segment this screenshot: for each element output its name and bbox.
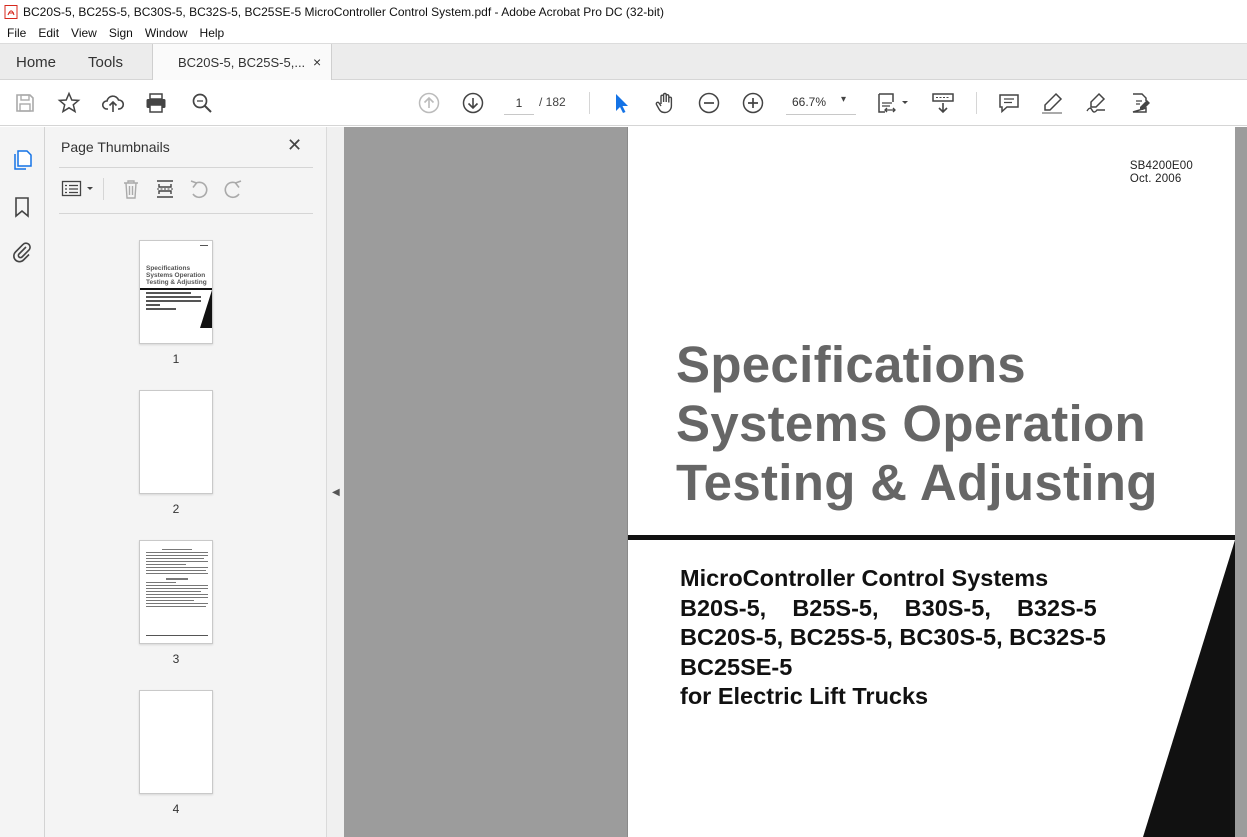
menu-help[interactable]: Help xyxy=(194,26,231,40)
menu-edit[interactable]: Edit xyxy=(32,26,65,40)
page-fit-icon[interactable] xyxy=(876,91,912,115)
document-date: Oct. 2006 xyxy=(1129,173,1182,185)
thumbnail-label-3: 3 xyxy=(172,652,180,666)
print-icon[interactable] xyxy=(144,91,168,115)
tab-home[interactable]: Home xyxy=(16,54,56,71)
save-icon[interactable] xyxy=(13,91,37,115)
thumb-title: Specifications Systems Operation Testing… xyxy=(146,265,207,286)
bookmark-star-icon[interactable] xyxy=(57,91,81,115)
thumb-footer-line xyxy=(146,635,208,636)
menu-view[interactable]: View xyxy=(65,26,103,40)
zoom-level: 66.7% xyxy=(792,95,827,109)
thumbnail-page-3[interactable] xyxy=(139,540,213,644)
window-title: BC20S-5, BC25S-5, BC30S-5, BC32S-5, BC25… xyxy=(23,4,664,19)
close-tab-icon[interactable]: × xyxy=(313,54,321,70)
toolbar-divider xyxy=(976,92,977,114)
thumbnail-label-2: 2 xyxy=(172,502,180,516)
scroll-mode-icon[interactable] xyxy=(931,91,955,115)
thumbnail-label-1: 1 xyxy=(172,352,180,366)
document-code: SB4200E00 xyxy=(1129,160,1193,172)
thumbnail-page-1[interactable]: Specifications Systems Operation Testing… xyxy=(139,240,213,344)
select-cursor-icon[interactable] xyxy=(610,91,634,115)
highlight-pen-icon[interactable] xyxy=(1040,91,1064,115)
rotate-counterclockwise-icon[interactable] xyxy=(188,178,210,200)
panel-toolbar-divider xyxy=(103,178,104,200)
edit-pdf-icon[interactable] xyxy=(1128,91,1152,115)
tab-bar: Home Tools BC20S-5, BC25S-5,... × xyxy=(0,43,1247,81)
page-thumbnails-icon[interactable] xyxy=(11,149,33,171)
thumbnail-page-4[interactable] xyxy=(139,690,213,794)
document-title: Specifications Systems Operation Testing… xyxy=(676,335,1158,512)
document-title-line: Systems Operation xyxy=(676,395,1146,452)
document-title-line: Specifications xyxy=(676,336,1026,393)
zoom-in-icon[interactable] xyxy=(741,91,765,115)
menu-window[interactable]: Window xyxy=(139,26,194,40)
tab-document[interactable]: BC20S-5, BC25S-5,... × xyxy=(152,44,332,81)
document-wedge-graphic xyxy=(1143,540,1235,837)
chevron-down-icon: ▾ xyxy=(841,94,847,105)
zoom-out-icon[interactable] xyxy=(697,91,721,115)
main-toolbar: / 182 66.7% ▾ xyxy=(0,80,1247,126)
document-subtitle: MicroController Control Systems B20S-5, … xyxy=(680,564,1106,712)
document-subtitle-line: BC25SE-5 xyxy=(680,653,793,680)
toolbar-divider xyxy=(589,92,590,114)
document-code-block: SB4200E00 Oct. 2006 xyxy=(1130,160,1193,186)
document-subtitle-line: MicroController Control Systems xyxy=(680,565,1049,591)
panel-divider xyxy=(59,167,313,168)
thumb-text-lines xyxy=(146,292,201,312)
document-tab-label: BC20S-5, BC25S-5,... xyxy=(178,55,306,70)
comment-icon[interactable] xyxy=(997,91,1021,115)
document-subtitle-line: BC20S-5, BC25S-5, BC30S-5, BC32S-5 xyxy=(680,624,1106,650)
menu-sign[interactable]: Sign xyxy=(103,26,139,40)
document-title-line: Testing & Adjusting xyxy=(676,454,1158,511)
previous-page-icon[interactable] xyxy=(417,91,441,115)
thumb-code-mark xyxy=(200,245,208,246)
document-right-margin xyxy=(1235,127,1247,837)
sign-pen-icon[interactable] xyxy=(1084,91,1108,115)
page-number-input[interactable] xyxy=(504,91,534,115)
bookmarks-icon[interactable] xyxy=(11,196,33,218)
zoom-dropdown[interactable]: 66.7% ▾ xyxy=(786,91,856,115)
page-thumbnails-panel: Page Thumbnails ✕ Specifications Systems… xyxy=(45,127,362,837)
document-view: SB4200E00 Oct. 2006 Specifications Syste… xyxy=(344,127,1247,837)
window-titlebar: BC20S-5, BC25S-5, BC30S-5, BC32S-5, BC25… xyxy=(0,0,1247,23)
menu-bar: File Edit View Sign Window Help xyxy=(0,23,1247,43)
thumbnails-list: Specifications Systems Operation Testing… xyxy=(59,223,303,837)
tab-tools[interactable]: Tools xyxy=(88,54,123,71)
document-subtitle-line: B20S-5, B25S-5, B30S-5, B32S-5 xyxy=(680,594,1097,621)
attachments-icon[interactable] xyxy=(11,241,33,263)
thumbnail-options-icon[interactable] xyxy=(61,178,97,200)
document-subtitle-line: for Electric Lift Trucks xyxy=(680,683,929,709)
thumb-wedge xyxy=(200,290,212,328)
document-page: SB4200E00 Oct. 2006 Specifications Syste… xyxy=(627,127,1235,837)
rotate-clockwise-icon[interactable] xyxy=(222,178,244,200)
menu-file[interactable]: File xyxy=(0,26,32,40)
next-page-icon[interactable] xyxy=(461,91,485,115)
panel-title: Page Thumbnails xyxy=(61,139,170,155)
insert-page-icon[interactable] xyxy=(154,178,176,200)
thumb-text-block xyxy=(146,549,208,609)
close-panel-icon[interactable]: ✕ xyxy=(287,135,302,156)
search-icon[interactable] xyxy=(190,91,214,115)
thumbnail-page-2[interactable] xyxy=(139,390,213,494)
upload-cloud-icon[interactable] xyxy=(101,91,125,115)
hand-tool-icon[interactable] xyxy=(653,91,677,115)
collapse-panel-icon[interactable]: ◀ xyxy=(332,487,340,498)
thumbnail-label-4: 4 xyxy=(172,802,180,816)
left-navigation-rail xyxy=(0,127,45,837)
delete-page-icon[interactable] xyxy=(120,178,142,200)
page-total: / 182 xyxy=(539,95,566,109)
panel-divider xyxy=(59,213,313,214)
panel-splitter[interactable]: ◀ xyxy=(326,127,344,837)
acrobat-app-icon xyxy=(4,4,18,19)
